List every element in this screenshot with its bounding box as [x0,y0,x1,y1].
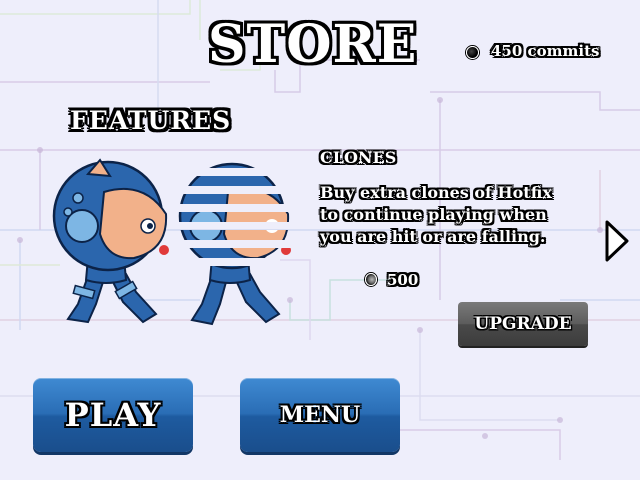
menu-button-label: MENU [279,402,361,428]
features-label: FEATURES [70,106,232,135]
play-button-label: PLAY [64,396,162,434]
store-title: STORE [208,14,418,75]
hotfix-character [52,158,169,324]
coin-icon [365,273,377,286]
chevron-right-icon[interactable] [602,218,632,264]
feature-description-line: you are hit or are falling. [320,227,546,246]
feature-description-line: Buy extra clones of Hotfix [320,183,552,202]
menu-button[interactable]: MENU [240,378,400,452]
upgrade-button-label: UPGRADE [474,314,572,334]
commits-balance: 450 commits [491,42,600,60]
play-button[interactable]: PLAY [33,378,193,452]
feature-description-line: to continue playing when [320,205,547,224]
upgrade-button[interactable]: UPGRADE [458,302,588,346]
feature-description: Buy extra clones of Hotfix to continue p… [320,182,552,248]
feature-price: 500 [387,271,419,289]
hotfix-clone [178,162,291,326]
feature-title: CLONES [320,148,397,167]
coin-icon [466,46,479,59]
